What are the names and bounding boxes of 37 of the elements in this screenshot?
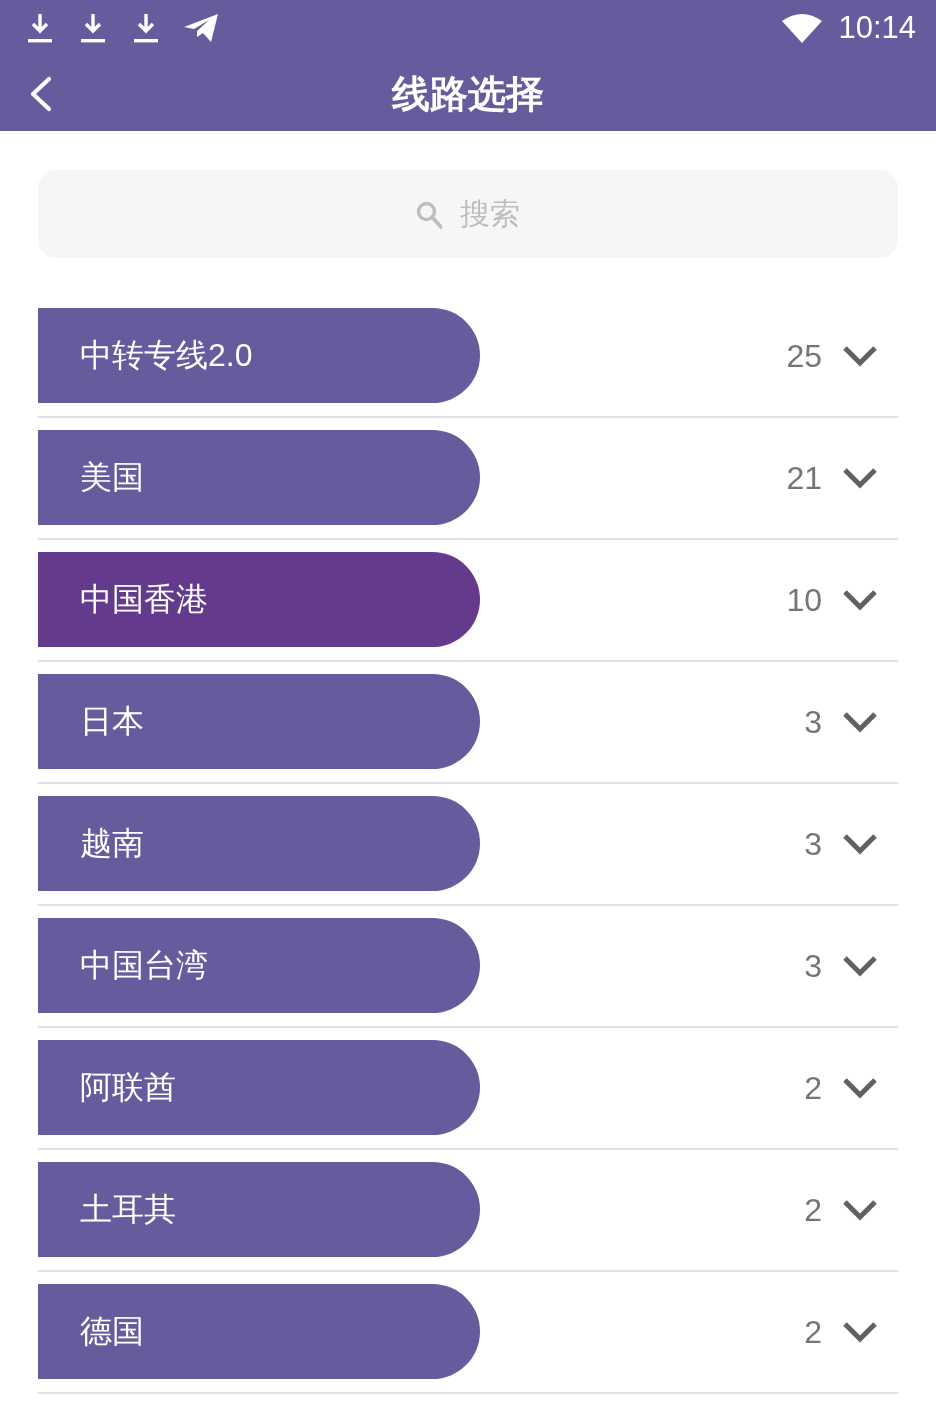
server-count: 10: [786, 580, 822, 619]
wifi-icon: [782, 13, 823, 43]
back-icon[interactable]: [28, 75, 52, 112]
chevron-down-icon[interactable]: [842, 344, 878, 367]
server-count: 2: [804, 1312, 822, 1351]
server-count: 3: [804, 702, 822, 741]
download-icon: [81, 13, 105, 43]
region-item[interactable]: 美国: [38, 430, 480, 525]
region-item[interactable]: 越南: [38, 796, 480, 891]
region-item[interactable]: 中国香港: [38, 552, 480, 647]
region-item[interactable]: 中国台湾: [38, 918, 480, 1013]
chevron-down-icon[interactable]: [842, 1198, 878, 1221]
chevron-down-icon[interactable]: [842, 1320, 878, 1343]
download-icon: [134, 13, 158, 43]
server-count: 2: [804, 1190, 822, 1229]
chevron-down-icon[interactable]: [842, 588, 878, 611]
search-icon: [416, 201, 442, 229]
chevron-down-icon[interactable]: [842, 832, 878, 855]
server-count: 21: [786, 458, 822, 497]
chevron-down-icon[interactable]: [842, 1076, 878, 1099]
server-count: 2: [804, 1068, 822, 1107]
region-item[interactable]: 德国: [38, 1284, 480, 1379]
search-field[interactable]: 搜索: [38, 170, 898, 258]
server-count: 25: [786, 336, 822, 375]
download-icon: [28, 13, 52, 43]
chevron-down-icon[interactable]: [842, 466, 878, 489]
region-item[interactable]: 土耳其: [38, 1162, 480, 1257]
page-title: 线路选择: [392, 71, 544, 117]
status-time: 10:14: [838, 10, 916, 46]
server-count: 3: [804, 824, 822, 863]
region-item[interactable]: 中转专线2.0: [38, 308, 480, 403]
region-item[interactable]: 阿联酋: [38, 1040, 480, 1135]
server-count: 3: [804, 946, 822, 985]
chevron-down-icon[interactable]: [842, 710, 878, 733]
region-item[interactable]: 日本: [38, 674, 480, 769]
chevron-down-icon[interactable]: [842, 954, 878, 977]
paper-plane-icon: [183, 13, 219, 43]
